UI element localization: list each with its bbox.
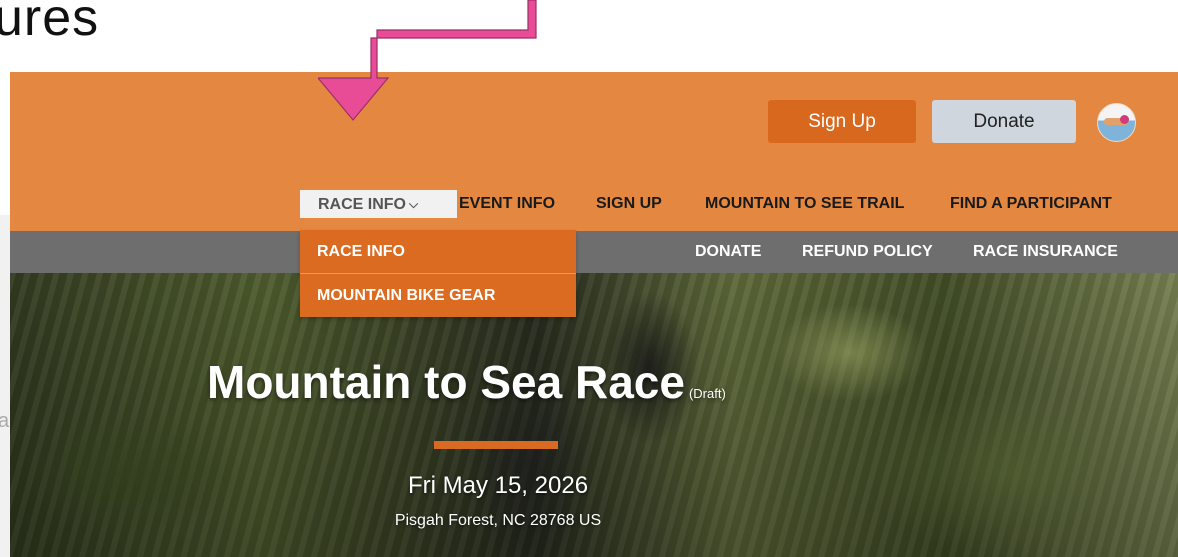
nav-item-refund-policy[interactable]: REFUND POLICY — [802, 238, 933, 266]
draft-tag: (Draft) — [688, 386, 726, 401]
sign-up-button[interactable]: Sign Up — [768, 100, 916, 143]
event-title: Mountain to Sea Race (Draft) — [207, 355, 726, 409]
cropped-heading-fragment: ures — [0, 0, 100, 47]
nav-item-mountain-to-see-trail[interactable]: MOUNTAIN TO SEE TRAIL — [705, 190, 904, 218]
secondary-nav: DONATE REFUND POLICY RACE INSURANCE — [10, 238, 1178, 266]
nav-item-label: RACE INFO — [318, 196, 406, 213]
background-page-edge: a — [0, 215, 10, 557]
nav-item-event-info[interactable]: EVENT INFO — [459, 190, 555, 218]
title-underline-accent — [434, 441, 558, 449]
arrow-shape — [318, 0, 537, 121]
race-website: Sign Up Donate RACE INFO ⌵ EVENT INFO SIG… — [10, 72, 1178, 557]
background-text-fragment: a — [0, 410, 10, 432]
nav-item-donate[interactable]: DONATE — [695, 238, 761, 266]
chevron-down-icon: ⌵ — [409, 197, 419, 211]
event-date: Fri May 15, 2026 — [407, 472, 589, 499]
race-info-dropdown-menu: RACE INFO MOUNTAIN BIKE GEAR — [300, 230, 576, 317]
user-avatar[interactable] — [1097, 103, 1136, 142]
dropdown-item-race-info[interactable]: RACE INFO — [300, 230, 576, 273]
nav-item-race-insurance[interactable]: RACE INSURANCE — [973, 238, 1118, 266]
primary-nav: RACE INFO ⌵ EVENT INFO SIGN UP MOUNTAIN T… — [10, 190, 1178, 218]
nav-item-find-a-participant[interactable]: FIND A PARTICIPANT — [950, 190, 1112, 218]
dropdown-item-mountain-bike-gear[interactable]: MOUNTAIN BIKE GEAR — [300, 274, 576, 317]
avatar-cap-shape — [1120, 115, 1129, 124]
nav-item-sign-up[interactable]: SIGN UP — [596, 190, 662, 218]
site-header: Sign Up Donate RACE INFO ⌵ EVENT INFO SIG… — [10, 72, 1178, 231]
donate-button[interactable]: Donate — [932, 100, 1076, 143]
event-location: Pisgah Forest, NC 28768 US — [394, 512, 602, 529]
annotation-arrow-icon — [318, 0, 537, 121]
event-title-text: Mountain to Sea Race — [207, 356, 685, 408]
nav-item-race-info[interactable]: RACE INFO ⌵ — [300, 190, 457, 218]
